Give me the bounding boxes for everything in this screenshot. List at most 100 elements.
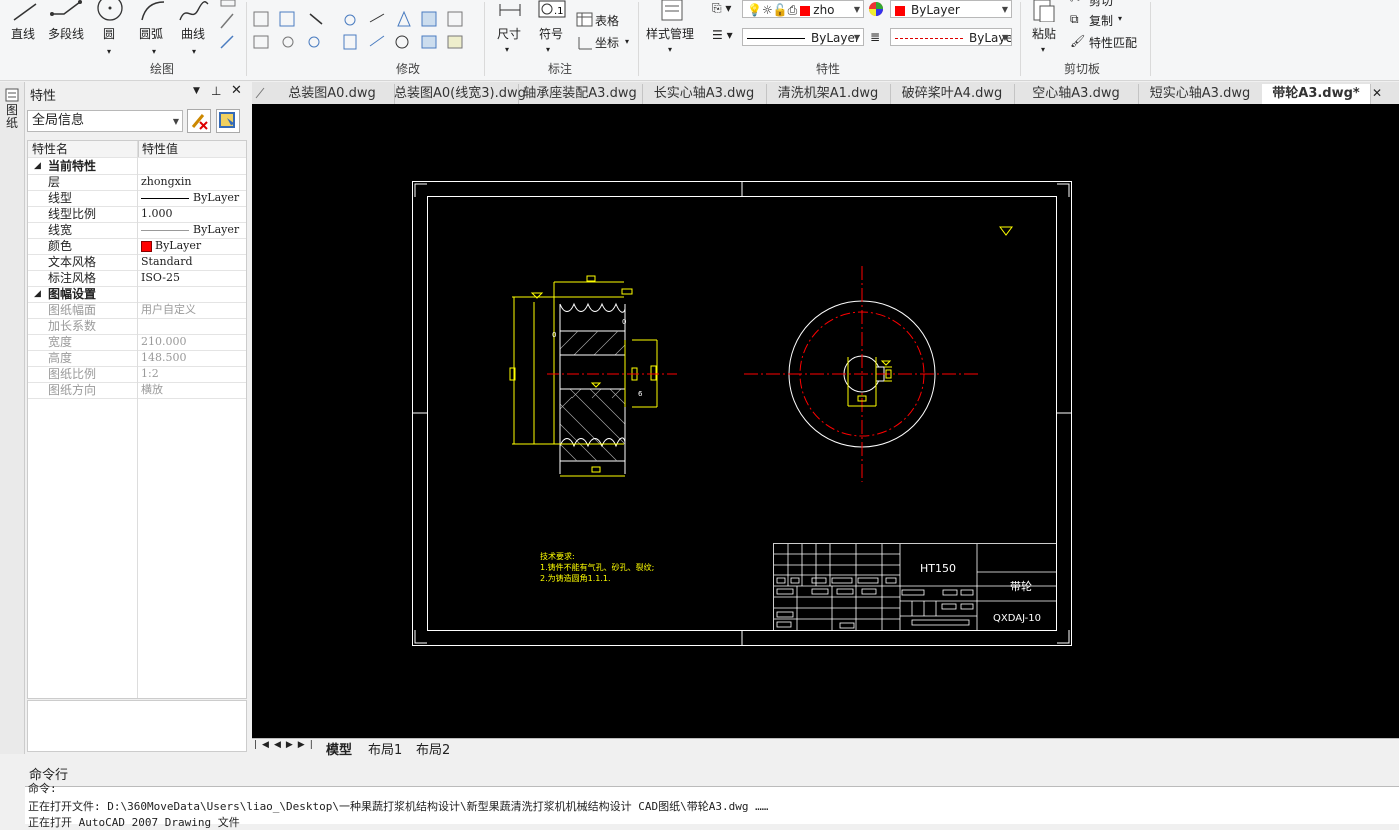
dropdown-arrow-icon[interactable]: ▾ [625,37,629,46]
cut-button[interactable]: 剪切 [1089,0,1113,9]
dimension-button[interactable]: 尺寸 [497,25,521,42]
layout-nav-icons[interactable]: |◀◀▶▶| [254,740,318,750]
dimension-icon[interactable] [498,0,522,22]
circle-button[interactable]: 圆 [103,25,115,42]
color-select[interactable]: ByLayer ▼ [890,0,1012,18]
command-history[interactable]: 命令: 正在打开文件: D:\360MoveData\Users\liao_\D… [25,782,1399,829]
draw-group-title: 绘图 [150,62,175,76]
polyline-icon[interactable] [50,0,84,24]
document-tab[interactable]: 总装图A0.dwg [270,84,395,104]
close-icon[interactable]: ✕ [231,83,242,98]
color-swatch [141,240,152,252]
tab-scroll-icon[interactable] [254,86,268,100]
document-tab-label: 空心轴A3.dwg [1032,86,1120,101]
paste-icon[interactable] [1032,0,1058,22]
column-divider [137,141,138,698]
property-value: 210.000 [141,335,187,348]
selection-select[interactable]: 全局信息 ▼ [27,110,183,132]
svg-text:.1: .1 [554,6,564,17]
dropdown-arrow-icon[interactable]: ▾ [1041,45,1045,54]
property-name: 线型 [48,191,73,205]
linetype-select[interactable]: ByLayer ▼ [742,28,864,46]
paste-button[interactable]: 粘贴 [1032,25,1056,42]
collapse-icon[interactable]: ◢ [34,158,41,174]
category-label: 图幅设置 [48,287,97,301]
panel-menu-icon[interactable]: ▼ [193,86,200,96]
property-value[interactable]: ByLayer [141,238,245,254]
dropdown-arrow-icon[interactable]: ▾ [107,47,111,56]
match-properties-button[interactable]: 特性匹配 [1089,34,1137,51]
style-manager-icon[interactable] [660,0,686,22]
document-tab[interactable]: 轴承座装配A3.dwg [518,84,643,104]
symbol-button[interactable]: 符号 [539,25,563,42]
property-name: 标注风格 [48,271,97,285]
table-icon[interactable] [576,12,594,28]
lineweight-icon[interactable]: ≣ [870,30,880,44]
copy-button[interactable]: 复制 [1089,12,1113,29]
property-value-text: ISO-25 [141,271,181,284]
copy-icon[interactable]: ⧉ [1070,12,1079,27]
properties-icon[interactable] [5,88,19,102]
dropdown-arrow-icon[interactable]: ▾ [192,47,196,56]
property-value: 148.500 [141,351,187,364]
property-value[interactable]: 1.000 [141,206,245,222]
dropdown-arrow-icon[interactable]: ▾ [546,45,550,54]
layer-tools-icon[interactable]: ⎘ ▾ [712,1,731,16]
arc-button[interactable]: 圆弧 [139,25,163,42]
select-objects-button[interactable] [216,109,240,133]
layout-tabs-bar: |◀◀▶▶| 模型 布局1 布局2 [252,738,1399,758]
document-tab[interactable]: 长实心轴A3.dwg [642,84,767,104]
property-value[interactable]: Standard [141,254,245,270]
title-drawing-number: QXDAJ-10 [993,613,1041,624]
list-icon[interactable]: ☰ ▾ [712,28,733,42]
column-header-name: 特性名 [32,142,69,156]
sheet-strip-label[interactable]: 图纸 [6,104,18,130]
document-tab[interactable]: 清洗机架A1.dwg [766,84,891,104]
document-tab[interactable]: 总装图A0(线宽3).dwg [394,84,526,104]
document-tab-label: 破碎桨叶A4.dwg [901,86,1003,101]
match-properties-icon[interactable]: 🖌 [1070,34,1085,48]
document-tab[interactable]: 带轮A3.dwg* [1262,84,1371,104]
color-wheel-icon[interactable] [868,1,884,17]
quick-select-button[interactable] [187,109,211,133]
line-button[interactable]: 直线 [11,25,35,42]
property-value[interactable]: ISO-25 [141,270,245,286]
drawing-svg: 0 0 6 技术要求: 1.铸件不能有气孔、砂孔、裂纹; 2.为铸造圆角1.1.… [412,181,1072,646]
lineweight-select[interactable]: ByLaye ▼ [890,28,1012,46]
coordinate-icon[interactable] [576,35,594,51]
circle-icon[interactable] [95,0,125,24]
collapse-icon[interactable]: ◢ [34,286,41,302]
drawing-canvas[interactable]: 0 0 6 技术要求: 1.铸件不能有气孔、砂孔、裂纹; 2.为铸造圆角1.1.… [252,104,1399,738]
property-value[interactable]: ByLayer [141,190,245,206]
property-value-text: 1.000 [141,207,173,220]
close-tab-icon[interactable]: ✕ [1372,86,1382,100]
style-manager-button[interactable]: 样式管理 [646,25,694,42]
symbol-icon[interactable]: .1 [538,0,566,20]
property-name: 图纸幅面 [48,303,97,317]
property-value[interactable]: ByLayer [141,222,245,238]
dropdown-arrow-icon[interactable]: ▾ [668,45,672,54]
separator [1150,2,1151,76]
property-value: 1:2 [141,367,159,380]
draw-tools-icons[interactable] [218,0,238,54]
dropdown-arrow-icon[interactable]: ▾ [152,47,156,56]
table-button[interactable]: 表格 [595,12,619,29]
cut-icon[interactable]: ✂ [1070,0,1080,6]
dropdown-arrow-icon: ▼ [1001,5,1008,14]
document-tab[interactable]: 破碎桨叶A4.dwg [890,84,1015,104]
pin-icon[interactable]: ⊥ [211,84,221,98]
document-tab[interactable]: 短实心轴A3.dwg [1138,84,1263,104]
arc-icon[interactable] [138,0,168,24]
dropdown-arrow-icon[interactable]: ▾ [505,45,509,54]
modify-tools-icons[interactable] [252,0,482,54]
layer-select[interactable]: 💡☼🔓⎙ zho ▼ [742,0,864,18]
dropdown-arrow-icon[interactable]: ▾ [1118,14,1122,23]
line-icon[interactable] [12,0,40,24]
sun-icon: ☼ [761,3,773,17]
curve-button[interactable]: 曲线 [181,25,205,42]
polyline-button[interactable]: 多段线 [48,25,84,42]
curve-icon[interactable] [178,0,210,24]
document-tab[interactable]: 空心轴A3.dwg [1014,84,1139,104]
property-value[interactable]: zhongxin [141,174,245,190]
coordinate-button[interactable]: 坐标 [595,34,619,51]
